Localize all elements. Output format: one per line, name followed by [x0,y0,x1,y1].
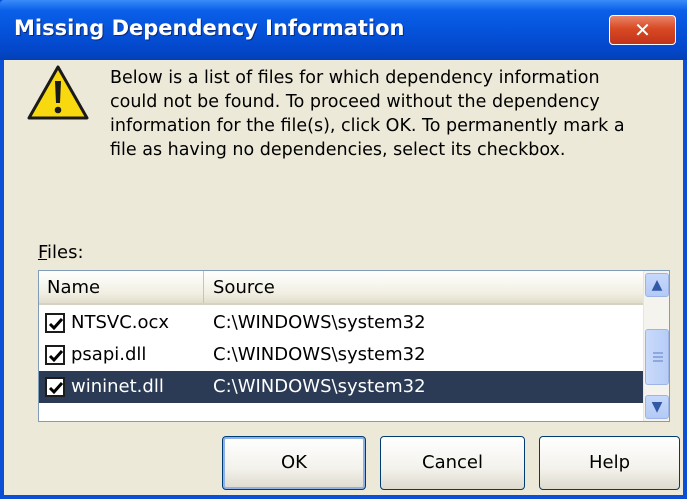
list-rows: NTSVC.ocx C:\WINDOWS\system32 psapi.dll … [39,307,643,403]
checkmark-icon [48,350,64,363]
window-title: Missing Dependency Information [14,16,405,40]
checkmark-icon [48,318,64,331]
column-header-source[interactable]: Source [205,271,643,303]
chevron-down-icon: ▼ [651,399,663,415]
checkmark-icon [48,382,64,395]
row-name: psapi.dll [71,344,147,365]
ok-button[interactable]: OK [222,436,366,490]
row-checkbox[interactable] [45,313,65,333]
files-label-accelerator: F [38,242,48,263]
help-button[interactable]: Help [539,436,680,490]
close-icon: ✕ [634,18,651,42]
scrollbar-thumb[interactable] [645,329,669,385]
column-header-name[interactable]: Name [39,271,204,303]
warning-icon [27,65,89,120]
dialog-window: Missing Dependency Information ✕ Below i… [0,0,687,499]
grip-icon [653,352,663,362]
scroll-down-button[interactable]: ▼ [645,395,669,419]
row-name: NTSVC.ocx [71,312,170,333]
row-source: C:\WINDOWS\system32 [213,344,426,365]
row-checkbox[interactable] [45,377,65,397]
row-name: wininet.dll [71,376,164,397]
row-source: C:\WINDOWS\system32 [213,376,426,397]
row-checkbox[interactable] [45,345,65,365]
row-source: C:\WINDOWS\system32 [213,312,426,333]
close-button[interactable]: ✕ [609,15,676,45]
scroll-up-button[interactable]: ▲ [645,273,669,297]
list-header: Name Source [39,271,643,305]
files-list-view[interactable]: Name Source NTSVC.ocx C:\WINDOWS\system3… [38,270,670,422]
cancel-button[interactable]: Cancel [380,436,525,490]
list-item[interactable]: NTSVC.ocx C:\WINDOWS\system32 [39,307,643,339]
list-item-selected[interactable]: wininet.dll C:\WINDOWS\system32 [39,371,643,403]
chevron-up-icon: ▲ [651,277,663,293]
title-bar[interactable]: Missing Dependency Information ✕ [0,0,687,60]
vertical-scrollbar[interactable]: ▲ ▼ [643,271,669,421]
files-label-rest: iles: [47,242,84,263]
list-item[interactable]: psapi.dll C:\WINDOWS\system32 [39,339,643,371]
message-text: Below is a list of files for which depen… [110,68,625,160]
files-label: Files: [38,242,84,263]
